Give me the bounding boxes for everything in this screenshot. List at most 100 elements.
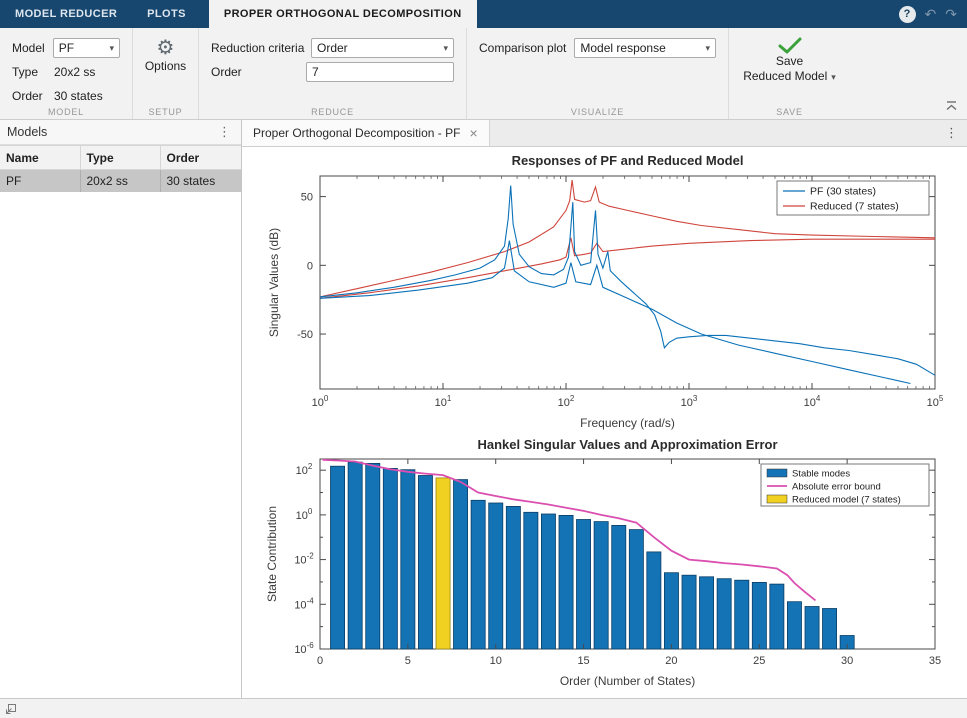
comparison-plot-label: Comparison plot [479,41,566,55]
models-panel-menu-icon[interactable]: ⋮ [215,124,234,140]
svg-text:Frequency (rad/s): Frequency (rad/s) [580,416,675,430]
comparison-plot-dropdown[interactable]: Model response ▾ [574,38,716,58]
section-label-setup: SETUP [133,107,198,117]
quick-access-toolbar: ? ↶ ↷ [899,0,967,28]
svg-text:10-4: 10-4 [294,596,314,611]
tab-model-reducer[interactable]: MODEL REDUCER [0,0,132,28]
svg-text:15: 15 [577,655,589,667]
svg-text:PF (30 states): PF (30 states) [810,186,876,198]
ribbon-section-setup: ⚙ Options SETUP [132,28,198,119]
document-tab-pod-pf[interactable]: Proper Orthogonal Decomposition - PF × [242,120,490,146]
svg-text:Responses of PF and Reduced Mo: Responses of PF and Reduced Model [512,153,744,168]
tab-plots[interactable]: PLOTS [132,0,201,28]
models-panel-title: Models [7,125,47,139]
section-label-save: SAVE [729,107,850,117]
models-panel-header: Models ⋮ [0,120,241,145]
ribbon-section-save: Save Reduced Model ▾ SAVE [728,28,850,119]
document-tab-bar: Proper Orthogonal Decomposition - PF × ⋮ [242,120,967,147]
svg-text:35: 35 [929,655,941,667]
reduce-order-input[interactable] [306,62,454,82]
svg-text:State Contribution: State Contribution [265,506,279,602]
chevron-down-icon: ▾ [831,72,836,82]
reduction-criteria-label: Reduction criteria [211,41,303,55]
models-table: Name Type Order PF 20x2 ss 30 states [0,145,241,192]
section-label-visualize: VISUALIZE [467,107,728,117]
order-label: Order [12,89,46,103]
svg-text:50: 50 [301,192,313,204]
svg-text:0: 0 [317,655,323,667]
ribbon-section-reduce: Reduction criteria Order ▾ Order REDUCE [198,28,466,119]
svg-text:Reduced (7 states): Reduced (7 states) [810,201,899,213]
tab-proper-orthogonal-decomposition[interactable]: PROPER ORTHOGONAL DECOMPOSITION [209,0,477,28]
type-label: Type [12,65,46,79]
reduction-criteria-value: Order [317,41,348,55]
column-header-type[interactable]: Type [80,146,160,170]
green-check-icon [778,37,802,54]
document-tab-title: Proper Orthogonal Decomposition - PF [253,126,460,140]
svg-text:30: 30 [841,655,853,667]
section-label-model: MODEL [0,107,132,117]
model-dropdown-value: PF [59,41,74,55]
type-value: 20x2 ss [54,65,95,79]
collapse-panel-icon[interactable] [5,703,17,715]
model-label: Model [12,41,45,55]
gear-icon: ⚙ [157,37,175,59]
svg-text:101: 101 [435,394,452,409]
reduction-criteria-dropdown[interactable]: Order ▾ [311,38,454,58]
svg-text:103: 103 [681,394,698,409]
hankel-chart: Hankel Singular Values and Approximation… [262,435,947,693]
undo-icon[interactable]: ↶ [925,7,937,21]
ribbon-section-model: Model PF ▾ Type 20x2 ss Order 30 states … [0,28,132,119]
chevron-down-icon: ▾ [705,43,710,54]
reduce-order-label: Order [211,65,298,79]
save-reduced-model-button[interactable]: Save Reduced Model ▾ [743,36,836,103]
column-header-name[interactable]: Name [0,146,80,170]
svg-text:10-2: 10-2 [294,552,314,567]
svg-text:Reduced model (7 states): Reduced model (7 states) [792,495,901,506]
svg-text:10: 10 [490,655,502,667]
help-icon[interactable]: ? [899,6,916,23]
close-icon[interactable]: × [469,126,477,140]
collapse-ribbon-icon [945,101,958,111]
ribbon-section-visualize: Comparison plot Model response ▾ VISUALI… [466,28,728,119]
cell-type: 20x2 ss [80,170,160,192]
redo-icon[interactable]: ↷ [945,7,957,21]
options-button-label: Options [145,59,186,73]
models-panel: Models ⋮ Name Type Order PF 20x2 ss 3 [0,120,242,698]
svg-text:25: 25 [753,655,765,667]
comparison-plot-value: Model response [580,41,665,55]
model-dropdown[interactable]: PF ▾ [53,38,120,58]
order-value: 30 states [54,89,103,103]
charts-container: Responses of PF and Reduced Model1001011… [242,147,967,698]
cell-order: 30 states [160,170,241,192]
section-label-reduce: REDUCE [199,107,466,117]
document-area: Proper Orthogonal Decomposition - PF × ⋮… [242,120,967,698]
svg-text:0: 0 [307,260,313,272]
ribbon: Model PF ▾ Type 20x2 ss Order 30 states … [0,28,967,120]
svg-text:Absolute error bound: Absolute error bound [792,482,881,493]
options-button[interactable]: ⚙ Options [145,36,186,74]
svg-text:5: 5 [405,655,411,667]
save-button-line2: Reduced Model [743,69,827,83]
svg-text:102: 102 [296,462,313,477]
svg-text:Hankel Singular Values and App: Hankel Singular Values and Approximation… [477,437,777,452]
svg-text:Singular Values (dB): Singular Values (dB) [267,228,281,337]
document-menu-icon[interactable]: ⋮ [936,120,967,146]
response-chart: Responses of PF and Reduced Model1001011… [262,150,947,435]
main-area: Models ⋮ Name Type Order PF 20x2 ss 3 [0,120,967,698]
svg-text:100: 100 [296,507,313,522]
chevron-down-icon: ▾ [109,43,114,54]
svg-text:20: 20 [665,655,677,667]
svg-text:Order (Number of States): Order (Number of States) [560,674,695,688]
save-button-line1: Save [776,54,803,69]
model-reducer-app: MODEL REDUCER PLOTS PROPER ORTHOGONAL DE… [0,0,967,718]
cell-name: PF [0,170,80,192]
svg-text:102: 102 [558,394,575,409]
toolstrip-tab-bar: MODEL REDUCER PLOTS PROPER ORTHOGONAL DE… [0,0,967,28]
table-row-pf[interactable]: PF 20x2 ss 30 states [0,170,241,192]
svg-text:104: 104 [804,394,821,409]
column-header-order[interactable]: Order [160,146,241,170]
chevron-down-icon: ▾ [443,43,448,54]
svg-text:Stable modes: Stable modes [792,469,850,480]
collapse-ribbon-button[interactable] [945,100,958,114]
